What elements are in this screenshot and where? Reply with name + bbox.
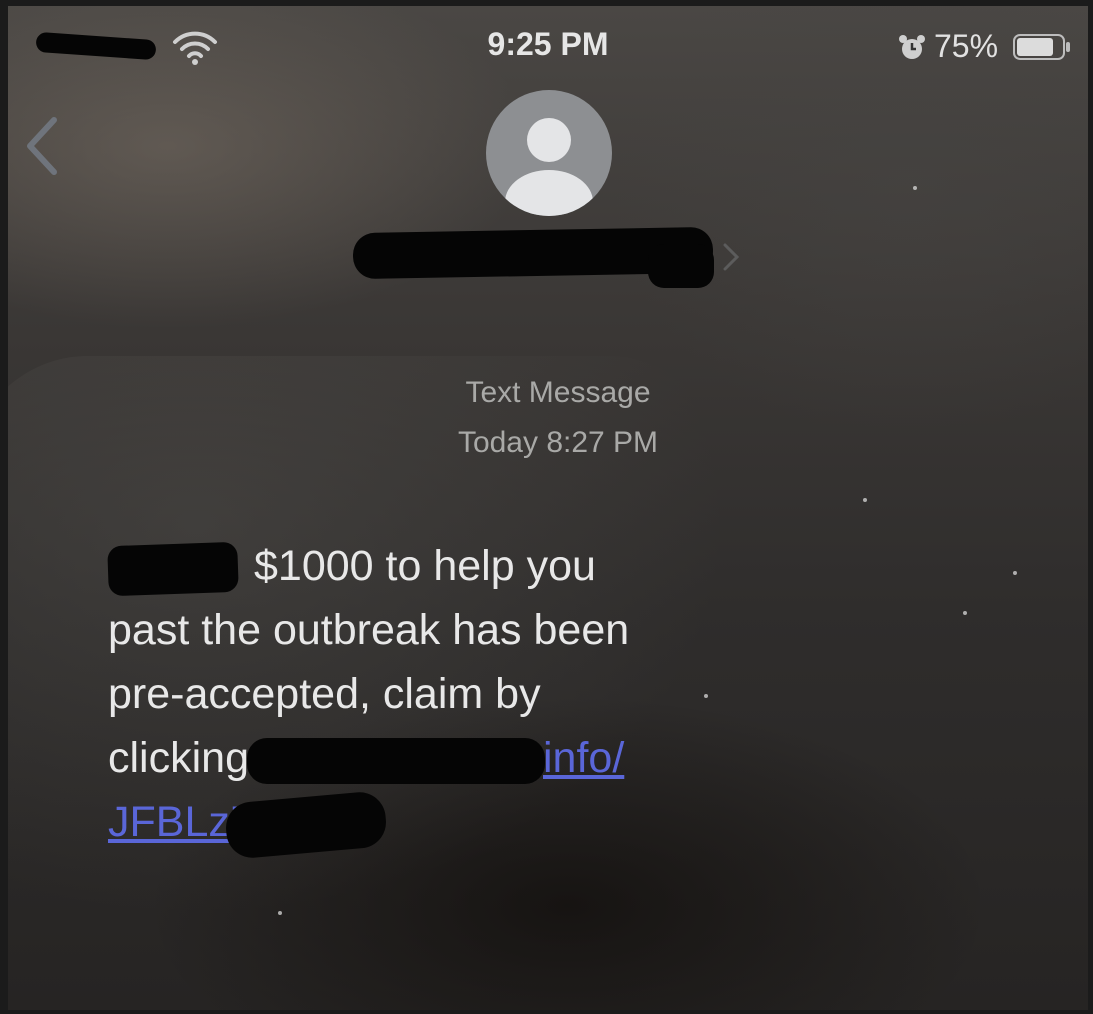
message-line-2: past the outbreak has been [108, 606, 630, 654]
message-line-4-text: clicking [108, 734, 249, 782]
message-link-part-1[interactable]: info/ [543, 734, 624, 782]
message-bubble[interactable]: $1000 to help you past the outbreak has … [107, 534, 808, 860]
dust-speck [278, 911, 282, 915]
message-line-1: $1000 to help you [107, 534, 808, 598]
status-time: 9:25 PM [487, 26, 609, 62]
sender-redaction [107, 541, 239, 596]
dust-speck [863, 498, 867, 502]
message-line-3: pre-accepted, claim by [108, 670, 541, 718]
battery-icon [1013, 34, 1070, 60]
chevron-left-icon[interactable] [22, 114, 62, 178]
chevron-right-icon[interactable] [722, 242, 740, 272]
message-meta: Text Message Today 8:27 PM [8, 368, 1088, 468]
person-placeholder-icon [505, 118, 593, 216]
dust-speck [1013, 571, 1017, 575]
message-type-label: Text Message [465, 376, 651, 409]
status-bar: 9:25 PM 75% [8, 6, 1088, 76]
dust-speck [704, 694, 708, 698]
message-line-5: JFBLzZ [108, 789, 808, 860]
dust-speck [913, 186, 917, 190]
battery-percent: 75% [934, 28, 999, 64]
message-line-4: clicking info/ [108, 726, 808, 790]
dust-speck [963, 611, 967, 615]
message-line-1-text: $1000 to help you [254, 542, 596, 590]
message-timestamp: Today 8:27 PM [457, 426, 659, 459]
contact-name-redaction-tail [648, 244, 714, 288]
contact-avatar[interactable] [486, 90, 612, 216]
url-redaction [247, 737, 545, 784]
phone-screen: 9:25 PM 75% Text Message Today 8:27 PM $… [8, 6, 1088, 1010]
alarm-icon [899, 35, 925, 59]
